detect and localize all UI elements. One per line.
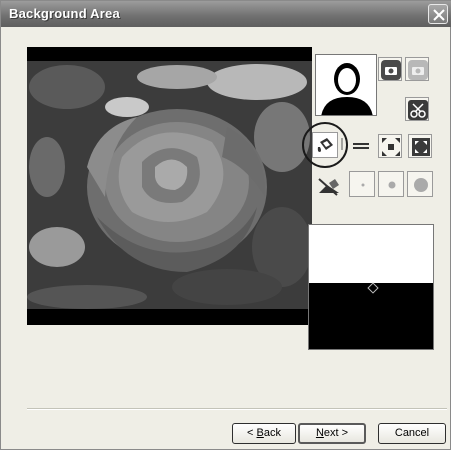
scissors-icon bbox=[408, 100, 428, 120]
close-icon bbox=[433, 9, 445, 21]
next-button[interactable]: Next > bbox=[298, 423, 366, 444]
color-sample-panel bbox=[308, 224, 434, 350]
sample-white-area bbox=[309, 225, 433, 283]
tool-divider bbox=[340, 134, 344, 154]
portrait-silhouette-icon bbox=[316, 55, 376, 115]
background-preview[interactable] bbox=[27, 47, 312, 325]
next-label: ext > bbox=[323, 427, 349, 439]
dot-small-icon bbox=[361, 183, 365, 187]
sample-black-area bbox=[309, 283, 433, 349]
brush-large-button[interactable] bbox=[407, 171, 433, 197]
back-label: ack bbox=[263, 427, 281, 439]
close-button[interactable] bbox=[428, 4, 448, 24]
rose-photo bbox=[27, 61, 312, 309]
dot-large-icon bbox=[414, 178, 428, 192]
back-mnemonic: B bbox=[256, 427, 264, 439]
cancel-label: Cancel bbox=[394, 427, 430, 439]
erase-tool-button[interactable] bbox=[315, 173, 343, 199]
dialog-separator bbox=[27, 408, 447, 410]
brush-medium-button[interactable] bbox=[378, 171, 404, 197]
eraser-icon bbox=[318, 178, 339, 196]
next-mnemonic: N bbox=[315, 427, 324, 439]
back-prefix: < bbox=[247, 427, 257, 439]
line-tool-button[interactable] bbox=[350, 136, 372, 156]
dialog-window: Background Area < Back Next > Cancel bbox=[0, 0, 451, 450]
dot-medium-icon bbox=[388, 181, 396, 189]
shrink-button[interactable] bbox=[408, 134, 432, 158]
shrink-icon bbox=[412, 138, 430, 156]
back-button[interactable]: < Back bbox=[232, 423, 296, 444]
expand-icon bbox=[382, 138, 400, 156]
title-bar: Background Area bbox=[1, 1, 451, 27]
add-camera-button[interactable] bbox=[378, 57, 402, 81]
cancel-button[interactable]: Cancel bbox=[378, 423, 446, 444]
line-tool-icon bbox=[353, 143, 369, 149]
expand-button[interactable] bbox=[378, 134, 402, 158]
brush-small-button[interactable] bbox=[349, 171, 375, 197]
clear-selection-button[interactable] bbox=[405, 97, 429, 121]
window-title: Background Area bbox=[9, 6, 120, 21]
camera-icon bbox=[381, 60, 401, 80]
portrait-thumbnail bbox=[315, 54, 377, 116]
camera-disabled-icon bbox=[408, 60, 428, 80]
remove-camera-button[interactable] bbox=[405, 57, 429, 81]
